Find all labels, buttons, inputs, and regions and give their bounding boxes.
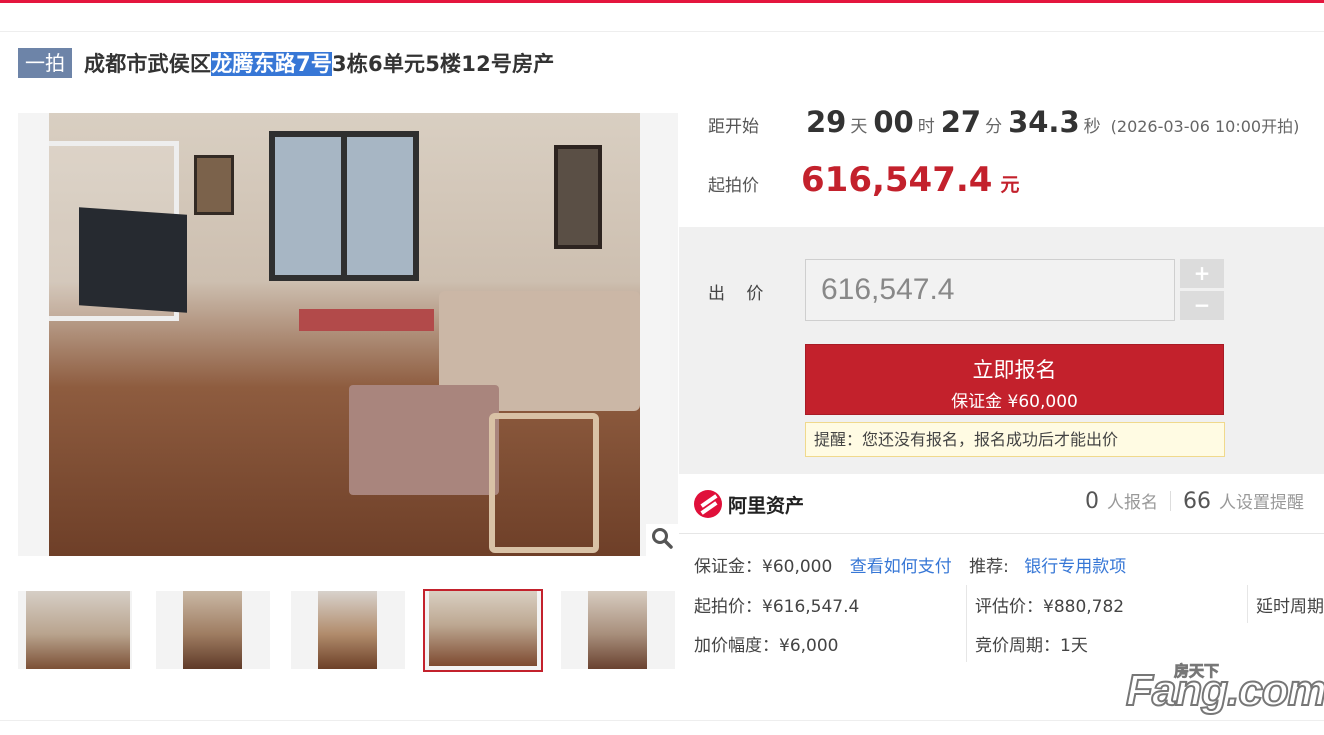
- info-bid-cycle: 竞价周期：1天: [975, 636, 1088, 656]
- photo-coffee-table: [299, 309, 434, 331]
- fang-watermark: Fang.com 房天下: [1125, 660, 1324, 720]
- listing-title-row: 一拍 成都市武侯区龙腾东路7号3栋6单元5楼12号房产: [18, 46, 554, 80]
- photo-ottoman: [349, 385, 499, 495]
- signup-button-label: 立即报名: [972, 358, 1057, 382]
- title-suffix: 3栋6单元5楼12号房产: [332, 52, 555, 76]
- countdown-hours: 00: [873, 105, 914, 139]
- signup-button[interactable]: 立即报名 保证金 ¥60,000: [805, 344, 1224, 415]
- days-unit: 天: [850, 117, 868, 137]
- living-room-photo: [49, 113, 640, 556]
- photo-picture-frame: [554, 145, 602, 249]
- title-highlight: 龙腾东路7号: [211, 52, 333, 76]
- countdown-label: 距开始: [708, 117, 759, 137]
- photo-window: [269, 131, 419, 281]
- auction-round-tag: 一拍: [18, 48, 72, 78]
- countdown-seconds: 34.3: [1008, 105, 1080, 139]
- zoom-button[interactable]: [646, 524, 678, 556]
- magnifier-icon: [651, 527, 673, 553]
- photo-tv: [79, 207, 187, 313]
- thumbnail-5[interactable]: [561, 591, 675, 669]
- info-appraisal: 评估价：¥880,782: [975, 597, 1125, 617]
- info-start-price: 起拍价：¥616,547.4: [694, 597, 860, 617]
- photo-high-chair: [489, 413, 599, 553]
- thumbnail-3[interactable]: [291, 591, 405, 669]
- hours-unit: 时: [917, 117, 935, 137]
- deposit-text: 保证金：¥60,000: [694, 557, 833, 577]
- thumbnail-1[interactable]: [18, 591, 132, 669]
- seconds-unit: 秒: [1083, 117, 1101, 137]
- thumbnail-strip: [18, 589, 678, 672]
- start-price-unit: 元: [1000, 174, 1020, 196]
- signup-deposit-text: 保证金 ¥60,000: [951, 392, 1078, 412]
- photo-picture-small: [194, 155, 234, 215]
- footer-divider: [0, 720, 1324, 721]
- platform-logo[interactable]: 阿里资产: [694, 490, 804, 518]
- header-divider: [0, 31, 1324, 32]
- watermark-main: Fang.com: [1125, 665, 1324, 716]
- platform-stats: 0 人报名 66 人设置提醒: [1085, 488, 1304, 514]
- deposit-line: 保证金：¥60,000 查看如何支付 推荐: 银行专用款项: [694, 552, 1126, 577]
- info-increment: 加价幅度：¥6,000: [694, 636, 839, 656]
- info-delay-cycle: 延时周期: [1256, 597, 1324, 617]
- decrease-bid-button[interactable]: −: [1180, 291, 1224, 320]
- remind-count: 66: [1183, 489, 1211, 514]
- remind-count-label: 人设置提醒: [1219, 493, 1304, 513]
- signup-count: 0: [1085, 489, 1099, 514]
- top-accent-line: [0, 0, 1324, 3]
- bid-label: 出 价: [708, 284, 772, 304]
- minutes-unit: 分: [985, 117, 1003, 137]
- countdown-minutes: 27: [940, 105, 982, 139]
- platform-row: 阿里资产 0 人报名 66 人设置提醒: [679, 474, 1324, 534]
- listing-title: 成都市武侯区龙腾东路7号3栋6单元5楼12号房产: [84, 48, 554, 78]
- info-column-divider-2: [1247, 585, 1248, 623]
- recommend-label: 推荐:: [969, 557, 1009, 577]
- platform-name: 阿里资产: [728, 494, 805, 517]
- start-price-row: 起拍价 616,547.4 元: [708, 160, 1019, 206]
- thumbnail-2[interactable]: [156, 591, 270, 669]
- countdown: 距开始 29 天 00 时 27 分 34.3 秒 (2026-03-06 10:00开…: [708, 105, 1299, 145]
- bank-payment-link[interactable]: 银行专用款项: [1024, 557, 1126, 577]
- ali-asset-logo-icon: [694, 490, 722, 518]
- main-photo[interactable]: [18, 113, 678, 556]
- watermark-sub: 房天下: [1174, 662, 1220, 681]
- bid-panel: 出 价 616,547.4 + − 立即报名 保证金 ¥60,000 提醒：您还…: [679, 227, 1324, 474]
- auction-start-time: (2026-03-06 10:00开拍): [1110, 117, 1300, 136]
- thumbnail-4-active[interactable]: [423, 589, 543, 672]
- start-price-value: 616,547.4: [801, 160, 993, 200]
- info-column-divider-1: [966, 585, 967, 662]
- countdown-days: 29: [806, 105, 847, 139]
- signup-reminder: 提醒：您还没有报名，报名成功后才能出价: [805, 422, 1225, 457]
- how-to-pay-link[interactable]: 查看如何支付: [850, 557, 952, 577]
- signup-count-label: 人报名: [1107, 493, 1158, 513]
- bid-amount-input[interactable]: 616,547.4: [805, 259, 1175, 321]
- title-prefix: 成都市武侯区: [84, 52, 212, 76]
- increase-bid-button[interactable]: +: [1180, 259, 1224, 288]
- start-price-label: 起拍价: [708, 176, 759, 196]
- stats-divider: [1170, 491, 1171, 511]
